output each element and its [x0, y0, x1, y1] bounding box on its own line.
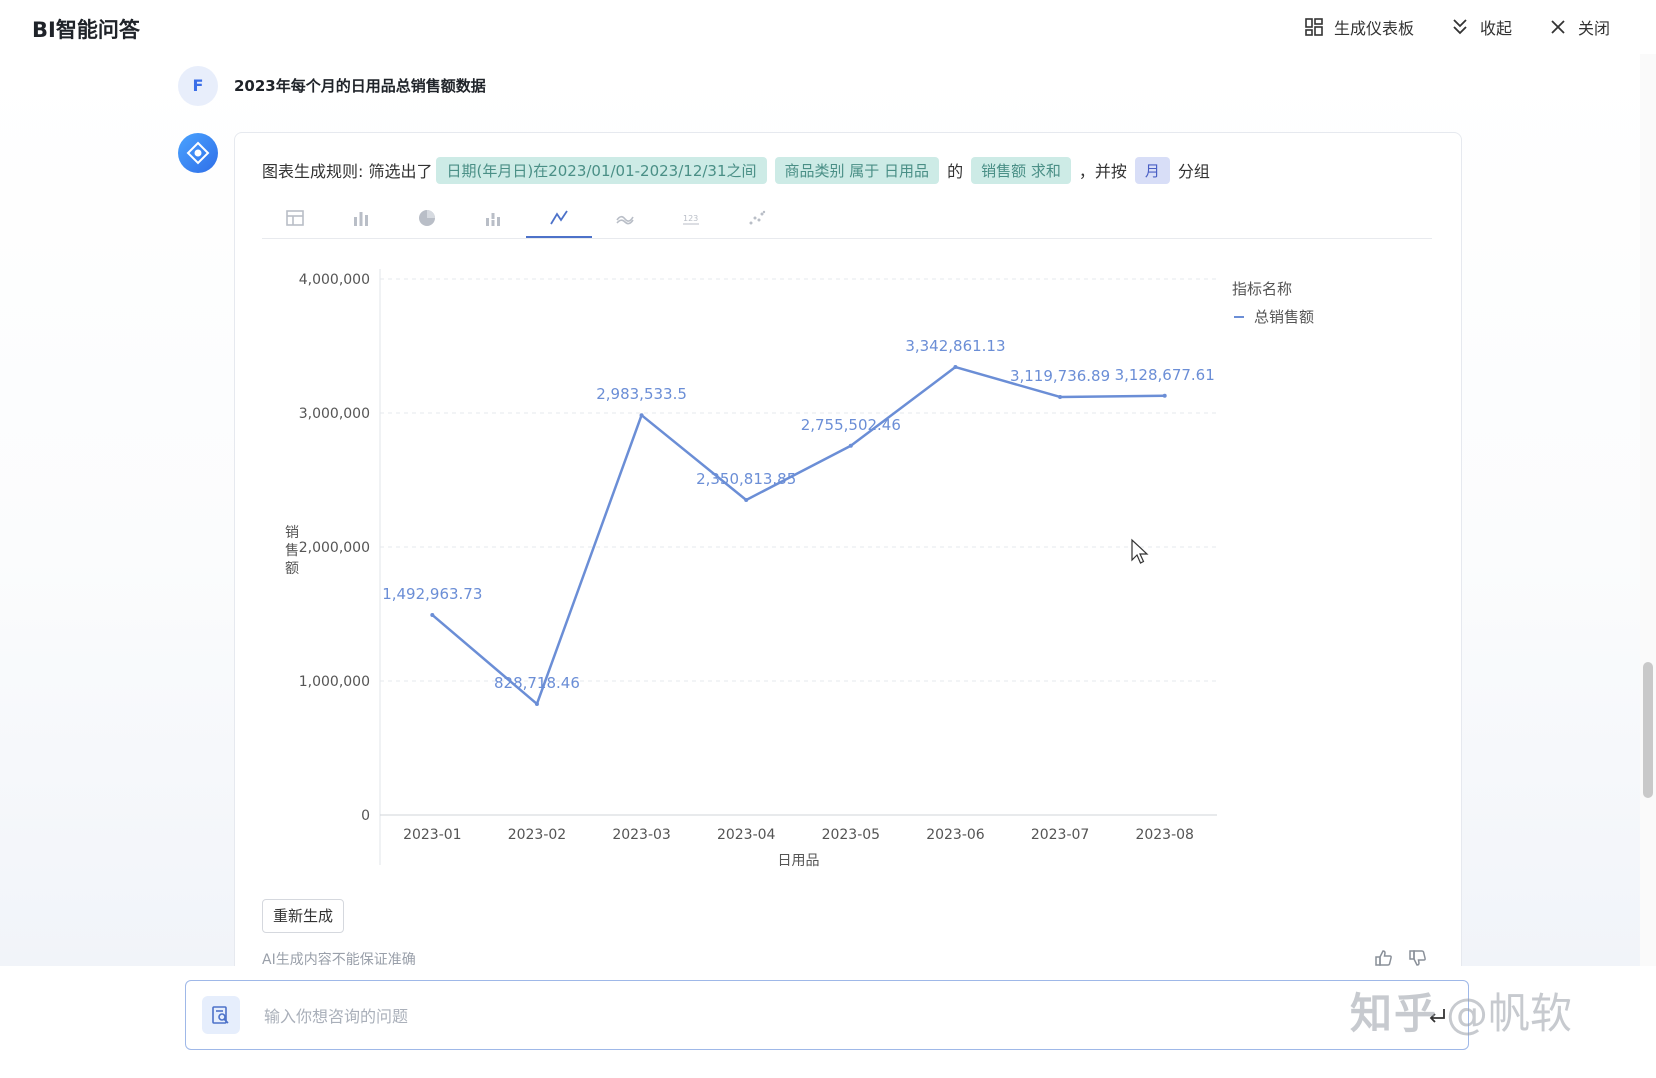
- data-label: 2,983,533.5: [596, 385, 687, 403]
- data-point[interactable]: [1058, 394, 1063, 399]
- x-tick-label: 2023-01: [403, 827, 462, 843]
- y-tick-label: 4,000,000: [299, 272, 370, 288]
- x-tick-label: 2023-06: [926, 827, 985, 843]
- collapse-button[interactable]: 收起: [1450, 15, 1512, 39]
- y-tick-label: 3,000,000: [299, 406, 370, 422]
- y-tick-label: 0: [361, 808, 370, 824]
- tab-bar[interactable]: [328, 200, 394, 236]
- watermark-handle: @帆软: [1446, 989, 1573, 1038]
- data-label: 3,119,736.89: [1010, 367, 1110, 385]
- scatter-icon: [749, 210, 766, 225]
- generate-dashboard-label: 生成仪表板: [1334, 19, 1415, 38]
- x-tick-label: 2023-04: [717, 827, 776, 843]
- metric-tag[interactable]: 销售额 求和: [971, 156, 1071, 184]
- bot-avatar: [178, 133, 218, 173]
- thumbs-up-icon[interactable]: [1374, 948, 1394, 968]
- app-title: BI智能问答: [32, 18, 140, 42]
- date-filter-tag[interactable]: 日期(年月日)在2023/01/01-2023/12/31之间: [436, 156, 767, 184]
- data-label: 2,350,813.85: [696, 470, 796, 488]
- close-label: 关闭: [1578, 19, 1611, 38]
- dashboard-icon: [1305, 18, 1323, 36]
- data-point[interactable]: [848, 443, 853, 448]
- watermark-logo: 知乎: [1350, 989, 1439, 1038]
- app-header: BI智能问答 生成仪表板 收起 关闭: [0, 0, 1656, 54]
- x-tick-label: 2023-07: [1031, 827, 1090, 843]
- data-point[interactable]: [639, 413, 644, 418]
- tab-line[interactable]: [526, 200, 592, 238]
- x-tick-label: 2023-03: [612, 827, 671, 843]
- x-tick-label: 2023-08: [1135, 827, 1194, 843]
- area-chart-icon: [616, 215, 634, 225]
- data-label: 3,342,861.13: [905, 337, 1005, 355]
- watermark: 知乎 @帆软: [1350, 980, 1572, 1041]
- chart-rule: 图表生成规则: 筛选出了 日期(年月日)在2023/01/01-2023/12/…: [262, 155, 1214, 185]
- data-point[interactable]: [534, 701, 539, 706]
- question-input[interactable]: [262, 998, 1346, 1034]
- x-tick-label: 2023-05: [822, 827, 881, 843]
- bot-logo-icon: [186, 141, 210, 165]
- mouse-cursor-icon: [1131, 538, 1149, 564]
- number-card-icon: 123: [683, 214, 699, 225]
- tab-stacked-bar[interactable]: [460, 200, 526, 236]
- user-avatar: F: [178, 66, 218, 106]
- rule-prefix: 图表生成规则: 筛选出了: [262, 162, 433, 181]
- group-by-tag[interactable]: 月: [1134, 156, 1170, 184]
- tab-area[interactable]: [592, 200, 658, 236]
- close-icon: [1551, 20, 1565, 34]
- scrollbar-track[interactable]: [1640, 54, 1656, 966]
- rule-and-by: ，并按: [1078, 162, 1127, 181]
- data-point[interactable]: [430, 612, 435, 617]
- data-label: 828,718.46: [494, 674, 580, 692]
- y-tick-label: 2,000,000: [299, 540, 370, 556]
- thumbs-down-icon[interactable]: [1408, 948, 1428, 968]
- y-axis-title-char: 销: [285, 525, 299, 541]
- series-line: [431, 365, 1165, 706]
- y-tick-label: 1,000,000: [299, 674, 370, 690]
- table-icon: [286, 210, 304, 226]
- data-label: 3,128,677.61: [1115, 366, 1215, 384]
- data-label: 2,755,502.46: [801, 416, 901, 434]
- svg-text:123: 123: [683, 214, 698, 223]
- document-search-icon: [212, 1006, 229, 1024]
- scrollbar-thumb[interactable]: [1643, 662, 1653, 798]
- history-search-button[interactable]: [202, 996, 240, 1034]
- x-tick-label: 2023-02: [508, 827, 567, 843]
- data-point[interactable]: [1162, 393, 1167, 398]
- y-axis-title-char: 售: [285, 543, 299, 559]
- chart-type-tabs: 123: [262, 200, 1432, 239]
- data-point[interactable]: [744, 497, 749, 502]
- rule-group: 分组: [1177, 162, 1210, 181]
- chevron-double-down-icon: [1453, 19, 1467, 35]
- stacked-bar-icon: [486, 213, 500, 226]
- tab-number[interactable]: 123: [658, 200, 724, 236]
- collapse-label: 收起: [1480, 19, 1513, 38]
- generate-dashboard-button[interactable]: 生成仪表板: [1304, 15, 1414, 39]
- close-button[interactable]: 关闭: [1548, 15, 1610, 39]
- legend-title: 指标名称: [1232, 280, 1292, 298]
- x-axis-title: 日用品: [778, 853, 820, 869]
- data-label: 1,492,963.73: [382, 585, 482, 603]
- data-point[interactable]: [953, 365, 958, 370]
- user-question: 2023年每个月的日用品总销售额数据: [234, 77, 486, 95]
- line-chart-icon: [550, 210, 568, 225]
- pie-chart-icon: [419, 210, 435, 226]
- tab-table[interactable]: [262, 200, 328, 236]
- category-filter-tag[interactable]: 商品类别 属于 日用品: [774, 156, 940, 184]
- tab-scatter[interactable]: [724, 200, 790, 236]
- y-axis-title-char: 额: [285, 561, 299, 577]
- rule-of: 的: [947, 162, 964, 181]
- sales-line-chart: 0 1,000,000 2,000,000 3,000,000 4,000,000 202…: [285, 269, 1314, 869]
- regenerate-button[interactable]: 重新生成: [262, 899, 345, 933]
- tab-pie[interactable]: [394, 200, 460, 236]
- bar-chart-icon: [354, 212, 368, 226]
- legend-label: 总销售额: [1254, 308, 1314, 326]
